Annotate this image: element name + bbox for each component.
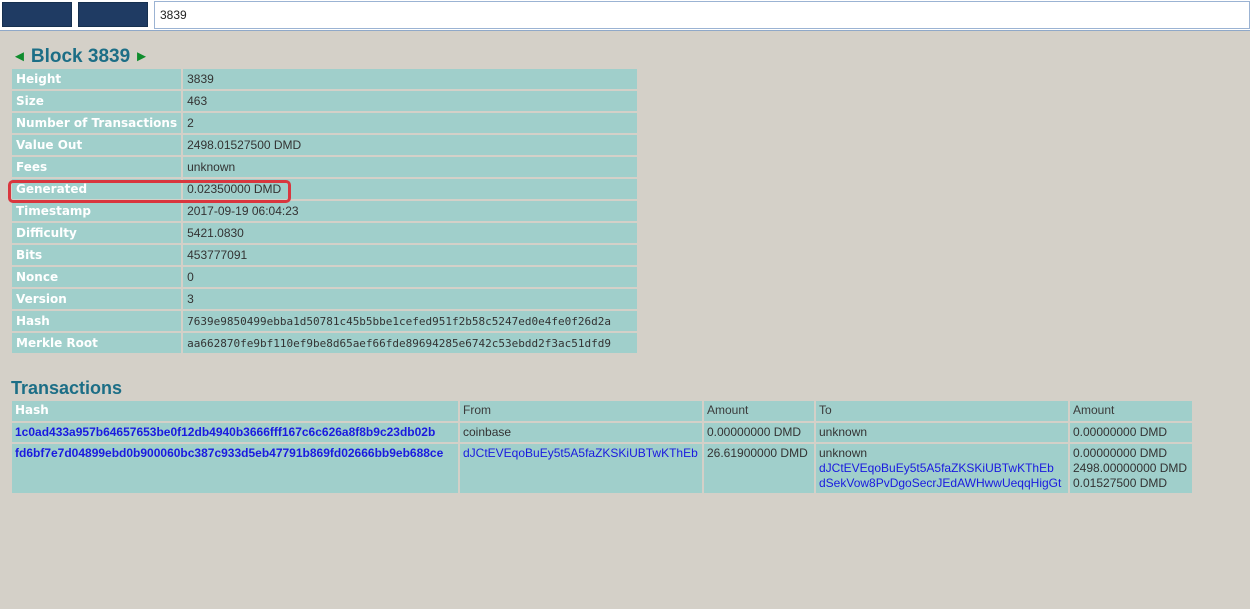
info-value: 2017-09-19 06:04:23 (183, 201, 638, 221)
tx-hash-link[interactable]: fd6bf7e7d04899ebd0b900060bc387c933d5eb47… (15, 446, 443, 460)
previous-block-arrow-icon[interactable]: ◄ (12, 48, 27, 65)
info-row-size: Size 463 (12, 91, 638, 111)
info-row-bits: Bits 453777091 (12, 245, 638, 265)
block-info-table: Height 3839 Size 463 Number of Transacti… (10, 67, 639, 355)
tx-to-cell: unknown dJCtEVEqoBuEy5t5A5faZKSKiUBTwKTh… (816, 444, 1068, 493)
info-value: aa662870fe9bf110ef9be8d65aef66fde8969428… (183, 333, 638, 353)
tx-from-cell: coinbase (460, 423, 702, 442)
tx-from-amount-cell: 26.61900000 DMD (704, 444, 814, 493)
info-value: 463 (183, 91, 638, 111)
column-header-to: To (816, 401, 1068, 421)
info-row-nonce: Nonce 0 (12, 267, 638, 287)
table-row: 1c0ad433a957b64657653be0f12db4940b3666ff… (12, 423, 1192, 442)
tx-to-address-link[interactable]: dJCtEVEqoBuEy5t5A5faZKSKiUBTwKThEb (819, 461, 1065, 476)
nav-button-1[interactable] (2, 2, 72, 27)
info-row-merkle-root: Merkle Root aa662870fe9bf110ef9be8d65aef… (12, 333, 638, 353)
info-value: 0.02350000 DMD (183, 179, 638, 199)
transactions-table: Hash From Amount To Amount 1c0ad433a957b… (10, 399, 1194, 495)
nav-button-2[interactable] (78, 2, 148, 27)
tx-hash-cell: fd6bf7e7d04899ebd0b900060bc387c933d5eb47… (12, 444, 458, 493)
info-row-height: Height 3839 (12, 69, 638, 89)
tx-hash-link[interactable]: 1c0ad433a957b64657653be0f12db4940b3666ff… (15, 425, 435, 439)
tx-from-address-link[interactable]: dJCtEVEqoBuEy5t5A5faZKSKiUBTwKThEb (463, 446, 698, 460)
table-row: fd6bf7e7d04899ebd0b900060bc387c933d5eb47… (12, 444, 1192, 493)
info-row-difficulty: Difficulty 5421.0830 (12, 223, 638, 243)
tx-hash-cell: 1c0ad433a957b64657653be0f12db4940b3666ff… (12, 423, 458, 442)
info-label: Hash (12, 311, 182, 331)
column-header-from-amount: Amount (704, 401, 814, 421)
next-block-arrow-icon[interactable]: ► (134, 48, 149, 65)
info-label: Height (12, 69, 182, 89)
tx-to-address-link[interactable]: dSekVow8PvDgoSecrJEdAWHwwUeqqHigGt (819, 476, 1065, 491)
info-value: 2498.01527500 DMD (183, 135, 638, 155)
block-header: ◄ Block 3839 ► (12, 46, 149, 68)
info-label: Generated (12, 179, 182, 199)
tx-to-cell: unknown (816, 423, 1068, 442)
tx-to-amount-cell: 0.00000000 DMD (1070, 423, 1192, 442)
transactions-title: Transactions (11, 378, 123, 398)
info-row-timestamp: Timestamp 2017-09-19 06:04:23 (12, 201, 638, 221)
tx-to-address: unknown (819, 425, 868, 439)
info-label: Difficulty (12, 223, 182, 243)
info-value: 5421.0830 (183, 223, 638, 243)
info-row-version: Version 3 (12, 289, 638, 309)
info-label: Value Out (12, 135, 182, 155)
info-value: unknown (183, 157, 638, 177)
info-row-generated: Generated 0.02350000 DMD (12, 179, 638, 199)
tx-from-amount-cell: 0.00000000 DMD (704, 423, 814, 442)
info-label: Nonce (12, 267, 182, 287)
top-bar (0, 0, 1250, 31)
info-value: 3839 (183, 69, 638, 89)
column-header-hash: Hash (12, 401, 458, 421)
column-header-from: From (460, 401, 702, 421)
info-label: Size (12, 91, 182, 111)
block-title: Block 3839 (30, 46, 131, 67)
info-value: 453777091 (183, 245, 638, 265)
tx-to-amount: 0.00000000 DMD (1073, 425, 1168, 439)
column-header-to-amount: Amount (1070, 401, 1192, 421)
tx-to-amount: 0.00000000 DMD (1073, 446, 1168, 460)
tx-to-amount-cell: 0.00000000 DMD 2498.00000000 DMD 0.01527… (1070, 444, 1192, 493)
tx-to-amount: 2498.00000000 DMD (1073, 461, 1188, 475)
info-label: Number of Transactions (12, 113, 182, 133)
info-value: 3 (183, 289, 638, 309)
table-header-row: Hash From Amount To Amount (12, 401, 1192, 421)
info-label: Fees (12, 157, 182, 177)
search-input[interactable] (154, 1, 1250, 29)
info-value: 2 (183, 113, 638, 133)
info-row-number-of-transactions: Number of Transactions 2 (12, 113, 638, 133)
info-label: Bits (12, 245, 182, 265)
info-row-hash: Hash 7639e9850499ebba1d50781c45b5bbe1cef… (12, 311, 638, 331)
info-value: 0 (183, 267, 638, 287)
info-label: Merkle Root (12, 333, 182, 353)
info-value: 7639e9850499ebba1d50781c45b5bbe1cefed951… (183, 311, 638, 331)
info-label: Version (12, 289, 182, 309)
tx-from-cell: dJCtEVEqoBuEy5t5A5faZKSKiUBTwKThEb (460, 444, 702, 493)
info-label: Timestamp (12, 201, 182, 221)
info-row-value-out: Value Out 2498.01527500 DMD (12, 135, 638, 155)
tx-to-amount: 0.01527500 DMD (1073, 476, 1168, 490)
info-row-fees: Fees unknown (12, 157, 638, 177)
tx-to-address: unknown (819, 446, 868, 460)
